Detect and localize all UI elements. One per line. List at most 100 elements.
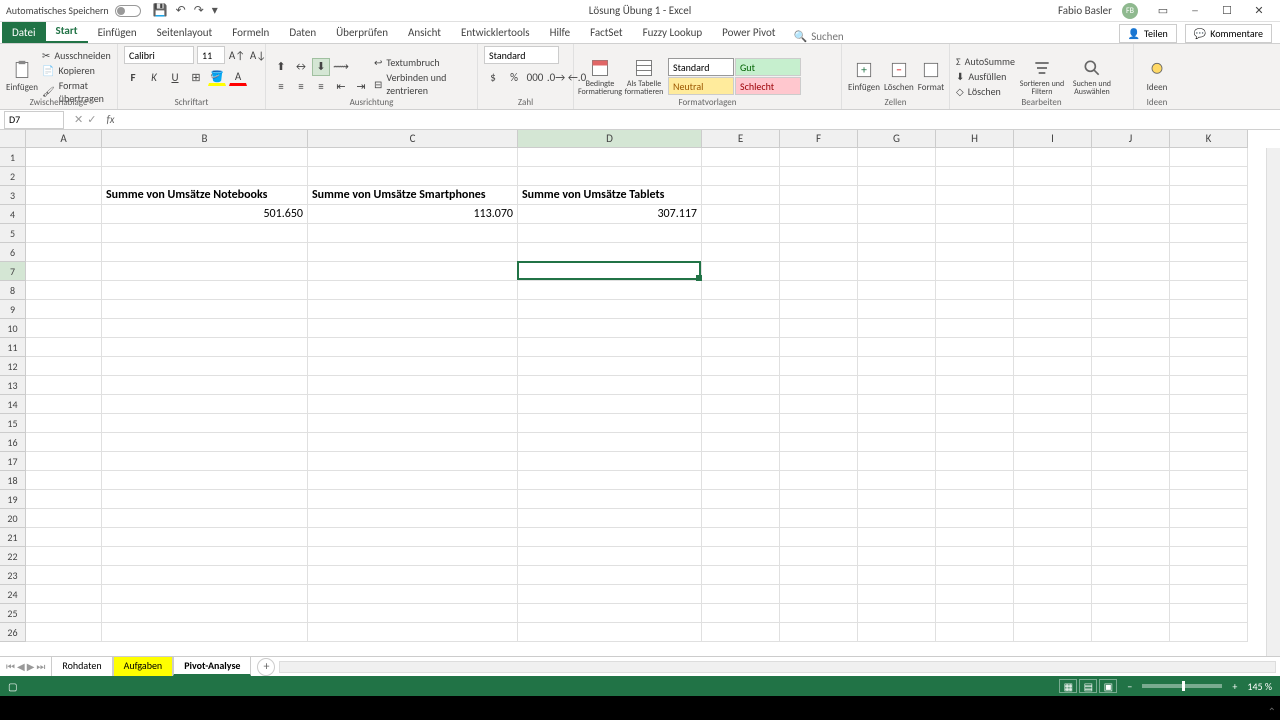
row-header-5[interactable]: 5 bbox=[0, 224, 26, 243]
cell-F6[interactable] bbox=[780, 243, 858, 262]
column-header-A[interactable]: A bbox=[26, 130, 102, 148]
cell-D11[interactable] bbox=[518, 338, 702, 357]
cell-J12[interactable] bbox=[1092, 357, 1170, 376]
cell-A11[interactable] bbox=[26, 338, 102, 357]
cell-F19[interactable] bbox=[780, 490, 858, 509]
underline-button[interactable]: U bbox=[166, 68, 184, 86]
collapse-ribbon-icon[interactable]: ⌃ bbox=[1268, 705, 1276, 718]
cell-C16[interactable] bbox=[308, 433, 518, 452]
cell-D12[interactable] bbox=[518, 357, 702, 376]
cell-C4[interactable]: 113.070 bbox=[308, 205, 518, 224]
paste-button[interactable]: Einfügen bbox=[6, 52, 38, 102]
cell-C6[interactable] bbox=[308, 243, 518, 262]
sort-filter-button[interactable]: Sortieren und Filtern bbox=[1019, 52, 1065, 102]
cell-A6[interactable] bbox=[26, 243, 102, 262]
font-color-button[interactable]: A bbox=[229, 68, 247, 86]
cell-E4[interactable] bbox=[702, 205, 780, 224]
cell-C21[interactable] bbox=[308, 528, 518, 547]
indent-increase-icon[interactable]: ⇥ bbox=[352, 78, 370, 96]
cell-D8[interactable] bbox=[518, 281, 702, 300]
cell-H14[interactable] bbox=[936, 395, 1014, 414]
cell-G5[interactable] bbox=[858, 224, 936, 243]
cell-B12[interactable] bbox=[102, 357, 308, 376]
cell-J26[interactable] bbox=[1092, 623, 1170, 642]
cell-G6[interactable] bbox=[858, 243, 936, 262]
number-format-select[interactable] bbox=[484, 46, 559, 64]
style-schlecht[interactable]: Schlecht bbox=[735, 77, 801, 95]
row-header-10[interactable]: 10 bbox=[0, 319, 26, 338]
row-header-9[interactable]: 9 bbox=[0, 300, 26, 319]
normal-view-icon[interactable]: ▦ bbox=[1059, 679, 1077, 693]
cell-F13[interactable] bbox=[780, 376, 858, 395]
cell-C1[interactable] bbox=[308, 148, 518, 167]
delete-cells-button[interactable]: −Löschen bbox=[884, 52, 914, 102]
cell-I26[interactable] bbox=[1014, 623, 1092, 642]
cell-B2[interactable] bbox=[102, 167, 308, 186]
cell-A16[interactable] bbox=[26, 433, 102, 452]
cell-C20[interactable] bbox=[308, 509, 518, 528]
cell-E17[interactable] bbox=[702, 452, 780, 471]
find-select-button[interactable]: Suchen und Auswählen bbox=[1069, 52, 1115, 102]
cell-A18[interactable] bbox=[26, 471, 102, 490]
cell-J10[interactable] bbox=[1092, 319, 1170, 338]
cell-I14[interactable] bbox=[1014, 395, 1092, 414]
cell-I7[interactable] bbox=[1014, 262, 1092, 281]
column-header-B[interactable]: B bbox=[102, 130, 308, 148]
cell-F5[interactable] bbox=[780, 224, 858, 243]
cell-K12[interactable] bbox=[1170, 357, 1248, 376]
cell-C22[interactable] bbox=[308, 547, 518, 566]
sheet-tab-pivot-analyse[interactable]: Pivot-Analyse bbox=[173, 656, 251, 676]
orientation-icon[interactable]: ⟿ bbox=[332, 58, 350, 76]
cell-J8[interactable] bbox=[1092, 281, 1170, 300]
cell-E5[interactable] bbox=[702, 224, 780, 243]
indent-decrease-icon[interactable]: ⇤ bbox=[332, 78, 350, 96]
cell-H5[interactable] bbox=[936, 224, 1014, 243]
cell-H1[interactable] bbox=[936, 148, 1014, 167]
cell-H16[interactable] bbox=[936, 433, 1014, 452]
name-box[interactable]: D7 bbox=[4, 111, 64, 129]
wrap-text-button[interactable]: ↩Textumbruch bbox=[374, 56, 471, 69]
cell-G25[interactable] bbox=[858, 604, 936, 623]
cell-C23[interactable] bbox=[308, 566, 518, 585]
cell-D14[interactable] bbox=[518, 395, 702, 414]
cell-G10[interactable] bbox=[858, 319, 936, 338]
cell-F11[interactable] bbox=[780, 338, 858, 357]
cell-F16[interactable] bbox=[780, 433, 858, 452]
row-header-6[interactable]: 6 bbox=[0, 243, 26, 262]
share-button[interactable]: 👤Teilen bbox=[1119, 24, 1177, 43]
cell-B26[interactable] bbox=[102, 623, 308, 642]
cell-J15[interactable] bbox=[1092, 414, 1170, 433]
cell-H20[interactable] bbox=[936, 509, 1014, 528]
cell-A15[interactable] bbox=[26, 414, 102, 433]
cell-C26[interactable] bbox=[308, 623, 518, 642]
cell-G23[interactable] bbox=[858, 566, 936, 585]
cell-K22[interactable] bbox=[1170, 547, 1248, 566]
cell-G24[interactable] bbox=[858, 585, 936, 604]
cell-I1[interactable] bbox=[1014, 148, 1092, 167]
cell-I12[interactable] bbox=[1014, 357, 1092, 376]
cell-F25[interactable] bbox=[780, 604, 858, 623]
autosave-toggle[interactable]: Automatisches Speichern bbox=[6, 4, 141, 17]
cell-G2[interactable] bbox=[858, 167, 936, 186]
cell-I6[interactable] bbox=[1014, 243, 1092, 262]
tab-formeln[interactable]: Formeln bbox=[222, 22, 279, 43]
cell-K8[interactable] bbox=[1170, 281, 1248, 300]
align-bottom-icon[interactable]: ⬇ bbox=[312, 58, 330, 76]
cell-I16[interactable] bbox=[1014, 433, 1092, 452]
row-header-24[interactable]: 24 bbox=[0, 585, 26, 604]
cell-G17[interactable] bbox=[858, 452, 936, 471]
cell-H11[interactable] bbox=[936, 338, 1014, 357]
row-header-12[interactable]: 12 bbox=[0, 357, 26, 376]
cell-I18[interactable] bbox=[1014, 471, 1092, 490]
cell-F4[interactable] bbox=[780, 205, 858, 224]
cell-K24[interactable] bbox=[1170, 585, 1248, 604]
cell-E22[interactable] bbox=[702, 547, 780, 566]
row-header-15[interactable]: 15 bbox=[0, 414, 26, 433]
row-header-16[interactable]: 16 bbox=[0, 433, 26, 452]
cell-A24[interactable] bbox=[26, 585, 102, 604]
row-header-14[interactable]: 14 bbox=[0, 395, 26, 414]
cell-I5[interactable] bbox=[1014, 224, 1092, 243]
cell-E2[interactable] bbox=[702, 167, 780, 186]
comma-icon[interactable]: 000 bbox=[526, 68, 544, 86]
cell-G21[interactable] bbox=[858, 528, 936, 547]
